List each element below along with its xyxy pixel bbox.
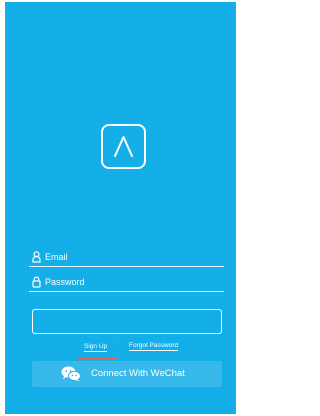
signup-link[interactable]: Sign Up (84, 343, 108, 352)
forgot-password-link[interactable]: Forgot Password (129, 342, 179, 351)
user-icon (32, 251, 41, 263)
password-label: Password (45, 277, 85, 287)
password-field[interactable]: Password (29, 275, 224, 292)
login-button[interactable] (32, 309, 222, 334)
lock-icon (32, 276, 41, 288)
wechat-icon (61, 366, 81, 382)
wechat-connect-label: Connect With WeChat (91, 368, 185, 379)
email-field[interactable]: Email (29, 250, 224, 267)
email-label: Email (45, 252, 68, 262)
app-logo-icon (101, 124, 146, 169)
signup-link-highlight[interactable]: Sign Up (77, 337, 118, 359)
login-screen: Email Password Sign Up Forgot Password C… (5, 2, 236, 414)
wechat-connect-button[interactable]: Connect With WeChat (32, 361, 222, 387)
